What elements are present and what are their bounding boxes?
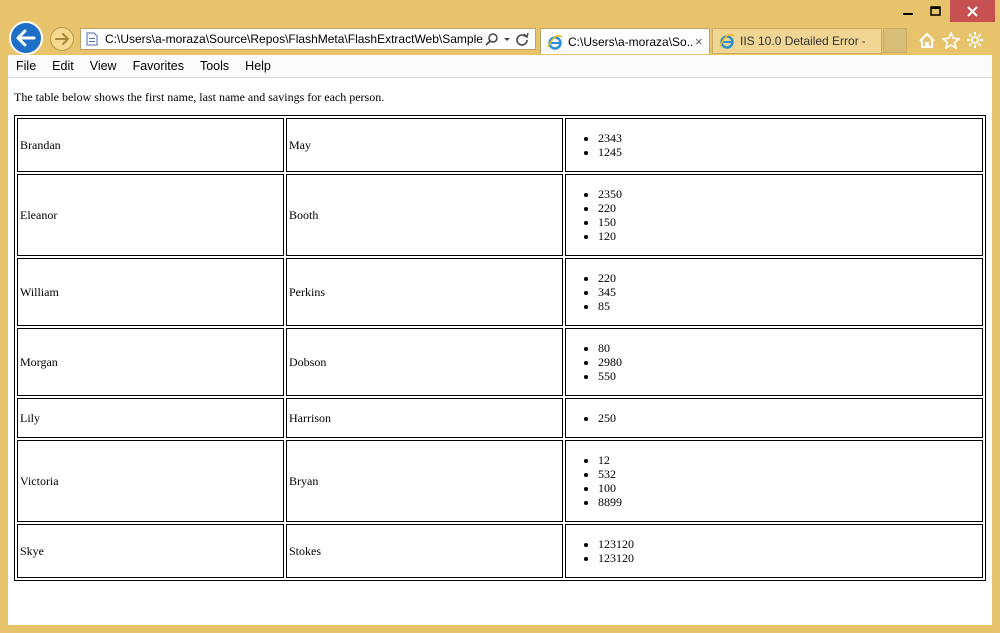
close-icon bbox=[967, 5, 978, 17]
savings-item: 345 bbox=[598, 285, 980, 299]
savings-list: 802980550 bbox=[568, 341, 980, 383]
menu-bar: File Edit View Favorites Tools Help bbox=[8, 55, 992, 78]
savings-item: 8899 bbox=[598, 495, 980, 509]
title-bar bbox=[0, 0, 1000, 24]
savings-item: 2343 bbox=[598, 131, 980, 145]
first-name-cell: William bbox=[17, 258, 284, 326]
savings-item: 220 bbox=[598, 201, 980, 215]
menu-edit[interactable]: Edit bbox=[44, 55, 82, 77]
chevron-down-icon[interactable] bbox=[503, 32, 511, 46]
last-name-cell: Dobson bbox=[286, 328, 563, 396]
ie-page-icon bbox=[547, 34, 563, 50]
savings-item: 123120 bbox=[598, 537, 980, 551]
first-name-cell: Morgan bbox=[17, 328, 284, 396]
savings-item: 220 bbox=[598, 271, 980, 285]
savings-cell: 250 bbox=[565, 398, 983, 438]
savings-list: 2350220150120 bbox=[568, 187, 980, 243]
tab-label: IIS 10.0 Detailed Error - 50... bbox=[740, 34, 865, 48]
intro-text: The table below shows the first name, la… bbox=[14, 90, 385, 104]
menu-favorites[interactable]: Favorites bbox=[125, 55, 192, 77]
table-row: VictoriaBryan125321008899 bbox=[17, 440, 983, 522]
table-row: SkyeStokes123120123120 bbox=[17, 524, 983, 578]
home-icon bbox=[919, 32, 935, 48]
last-name-cell: Booth bbox=[286, 174, 563, 256]
arrow-left-icon bbox=[16, 29, 36, 47]
savings-cell: 123120123120 bbox=[565, 524, 983, 578]
table-row: WilliamPerkins22034585 bbox=[17, 258, 983, 326]
settings-button[interactable] bbox=[965, 30, 985, 50]
page-icon bbox=[86, 32, 100, 46]
savings-item: 250 bbox=[598, 411, 980, 425]
menu-file[interactable]: File bbox=[8, 55, 44, 77]
maximize-icon bbox=[929, 6, 941, 16]
address-input[interactable] bbox=[105, 32, 483, 46]
savings-item: 123120 bbox=[598, 551, 980, 565]
savings-list: 23431245 bbox=[568, 131, 980, 159]
savings-item: 2980 bbox=[598, 355, 980, 369]
first-name-cell: Brandan bbox=[17, 118, 284, 172]
savings-cell: 22034585 bbox=[565, 258, 983, 326]
gear-icon bbox=[967, 32, 983, 48]
tab-label: C:\Users\a-moraza\So... bbox=[568, 34, 693, 49]
favorites-button[interactable] bbox=[941, 30, 961, 50]
savings-item: 80 bbox=[598, 341, 980, 355]
savings-list: 125321008899 bbox=[568, 453, 980, 509]
table-row: EleanorBooth2350220150120 bbox=[17, 174, 983, 256]
savings-item: 550 bbox=[598, 369, 980, 383]
close-window-button[interactable] bbox=[950, 0, 995, 22]
savings-item: 100 bbox=[598, 481, 980, 495]
savings-item: 532 bbox=[598, 467, 980, 481]
savings-item: 12 bbox=[598, 453, 980, 467]
close-tab-icon[interactable]: × bbox=[695, 34, 703, 49]
table-row: BrandanMay23431245 bbox=[17, 118, 983, 172]
menu-view[interactable]: View bbox=[82, 55, 125, 77]
savings-item: 1245 bbox=[598, 145, 980, 159]
search-icon[interactable] bbox=[485, 32, 499, 46]
last-name-cell: Harrison bbox=[286, 398, 563, 438]
menu-tools[interactable]: Tools bbox=[192, 55, 237, 77]
savings-cell: 802980550 bbox=[565, 328, 983, 396]
savings-list: 123120123120 bbox=[568, 537, 980, 565]
new-tab-button[interactable] bbox=[883, 28, 907, 53]
tab-inactive[interactable]: IIS 10.0 Detailed Error - 50... bbox=[712, 28, 882, 54]
first-name-cell: Lily bbox=[17, 398, 284, 438]
last-name-cell: May bbox=[286, 118, 563, 172]
first-name-cell: Victoria bbox=[17, 440, 284, 522]
savings-list: 250 bbox=[568, 411, 980, 425]
browser-window: C:\Users\a-moraza\So... × IIS 10.0 Detai… bbox=[0, 0, 1000, 633]
savings-table: BrandanMay23431245EleanorBooth2350220150… bbox=[14, 115, 986, 581]
arrow-right-icon bbox=[55, 33, 69, 45]
table-row: MorganDobson802980550 bbox=[17, 328, 983, 396]
tab-active[interactable]: C:\Users\a-moraza\So... × bbox=[540, 28, 710, 54]
first-name-cell: Skye bbox=[17, 524, 284, 578]
ie-page-icon bbox=[719, 33, 735, 49]
savings-item: 150 bbox=[598, 215, 980, 229]
refresh-icon[interactable] bbox=[515, 32, 529, 46]
last-name-cell: Stokes bbox=[286, 524, 563, 578]
savings-item: 120 bbox=[598, 229, 980, 243]
savings-item: 85 bbox=[598, 299, 980, 313]
savings-cell: 125321008899 bbox=[565, 440, 983, 522]
savings-cell: 23431245 bbox=[565, 118, 983, 172]
forward-button[interactable] bbox=[50, 27, 74, 51]
page-content: The table below shows the first name, la… bbox=[8, 78, 992, 625]
maximize-button[interactable] bbox=[924, 0, 946, 22]
first-name-cell: Eleanor bbox=[17, 174, 284, 256]
savings-list: 22034585 bbox=[568, 271, 980, 313]
table-row: LilyHarrison 250 bbox=[17, 398, 983, 438]
last-name-cell: Perkins bbox=[286, 258, 563, 326]
savings-cell: 2350220150120 bbox=[565, 174, 983, 256]
minimize-icon bbox=[903, 13, 913, 15]
savings-item: 2350 bbox=[598, 187, 980, 201]
home-button[interactable] bbox=[917, 30, 937, 50]
minimize-button[interactable] bbox=[897, 0, 919, 22]
menu-help[interactable]: Help bbox=[237, 55, 279, 77]
back-button[interactable] bbox=[9, 21, 43, 55]
address-bar[interactable] bbox=[80, 28, 536, 50]
last-name-cell: Bryan bbox=[286, 440, 563, 522]
star-icon bbox=[942, 31, 960, 49]
